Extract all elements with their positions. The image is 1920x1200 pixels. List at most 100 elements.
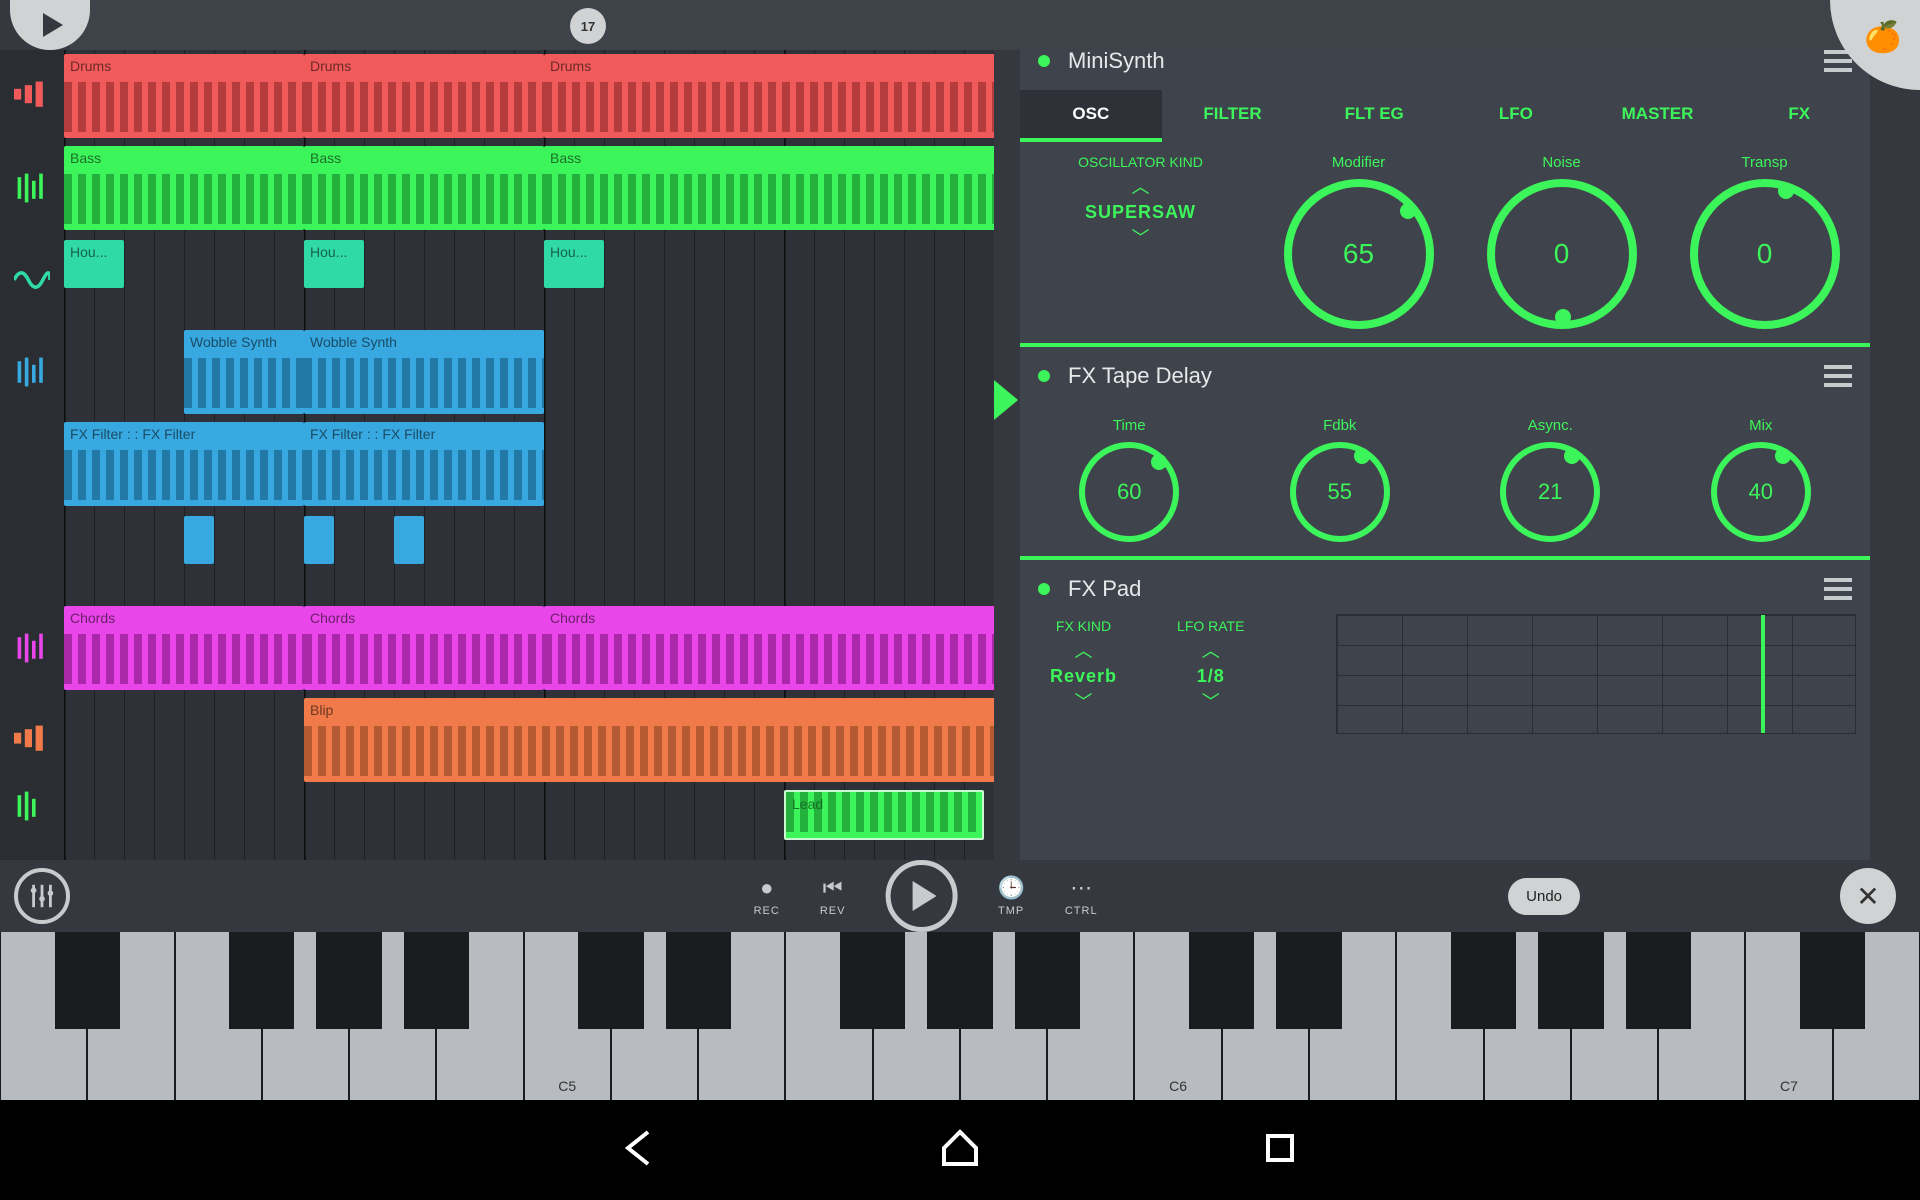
black-key[interactable]: [927, 932, 992, 1029]
chevron-up-icon[interactable]: ︿: [1202, 642, 1220, 660]
clip-hit[interactable]: [184, 516, 214, 564]
clip-drums[interactable]: Drums: [304, 54, 544, 138]
clip-blip[interactable]: Blip: [304, 698, 994, 782]
black-key[interactable]: [1626, 932, 1691, 1029]
back-button[interactable]: [620, 1128, 660, 1173]
tempo-button[interactable]: 🕒TMP: [997, 875, 1024, 917]
track-icon-bass[interactable]: [0, 142, 64, 234]
fx-kind-selector[interactable]: ︿ Reverb ﹀: [1050, 642, 1117, 711]
timeline-ruler[interactable]: 17: [70, 0, 1920, 50]
black-key[interactable]: [840, 932, 905, 1029]
record-button[interactable]: ●REC: [754, 875, 780, 917]
fruit-icon: 🍊: [1864, 20, 1901, 55]
power-indicator-icon[interactable]: [1038, 370, 1050, 382]
module-title: FX Tape Delay: [1068, 363, 1806, 389]
module-title: FX Pad: [1068, 576, 1806, 602]
track-icon-hou[interactable]: [0, 234, 64, 326]
lfo-rate-selector[interactable]: ︿ 1/8 ﹀: [1197, 642, 1225, 711]
chevron-up-icon[interactable]: ︿: [1132, 178, 1150, 196]
clip-chords[interactable]: Chords: [64, 606, 304, 690]
transport-bar: ●REC ⏮REV 🕒TMP ⋯CTRL Undo ✕: [0, 860, 1920, 932]
track-icon-empty-2[interactable]: [0, 510, 64, 602]
clip-fxfilter[interactable]: FX Filter : : FX Filter: [64, 422, 304, 506]
chevron-down-icon[interactable]: ﹀: [1202, 693, 1220, 711]
knob-transp[interactable]: 0: [1690, 179, 1840, 329]
track-icon-drums[interactable]: [0, 50, 64, 142]
clip-chords[interactable]: Chords: [304, 606, 544, 690]
clip-drums[interactable]: Drums: [544, 54, 994, 138]
knob-modifier[interactable]: 65: [1284, 179, 1434, 329]
power-indicator-icon[interactable]: [1038, 55, 1050, 67]
ctrl-button[interactable]: ⋯CTRL: [1065, 875, 1098, 917]
bottom-panel: ●REC ⏮REV 🕒TMP ⋯CTRL Undo ✕ C5C6C7: [0, 860, 1920, 1100]
tab-filter[interactable]: FILTER: [1162, 90, 1304, 142]
clip-bass[interactable]: Bass: [304, 146, 544, 230]
tab-master[interactable]: MASTER: [1587, 90, 1729, 142]
chevron-down-icon[interactable]: ﹀: [1075, 693, 1093, 711]
black-key[interactable]: [404, 932, 469, 1029]
clip-bass[interactable]: Bass: [544, 146, 994, 230]
track-icon-lead[interactable]: [0, 786, 64, 826]
track-icon-wobble[interactable]: [0, 326, 64, 418]
undo-button[interactable]: Undo: [1508, 878, 1580, 915]
black-key[interactable]: [1015, 932, 1080, 1029]
play-button[interactable]: [885, 860, 957, 932]
tab-osc[interactable]: OSC: [1020, 90, 1162, 142]
clip-wobble[interactable]: Wobble Synth: [184, 330, 304, 414]
clip-hou[interactable]: Hou...: [304, 240, 364, 288]
black-key[interactable]: [1189, 932, 1254, 1029]
module-minisynth: MiniSynth OSC FILTER FLT EG LFO MASTER F…: [1020, 28, 1870, 343]
tab-fx[interactable]: FX: [1728, 90, 1870, 142]
track-icon-chords[interactable]: [0, 602, 64, 694]
hamburger-icon[interactable]: [1824, 365, 1852, 387]
piano-keyboard[interactable]: C5C6C7: [0, 932, 1920, 1100]
clip-hit[interactable]: [304, 516, 334, 564]
fx-xy-pad[interactable]: [1336, 614, 1856, 734]
knob-noise[interactable]: 0: [1487, 179, 1637, 329]
rewind-button[interactable]: ⏮REV: [820, 875, 846, 917]
black-key[interactable]: [1276, 932, 1341, 1029]
knob-mix[interactable]: 40: [1711, 442, 1811, 542]
clip-fxfilter[interactable]: FX Filter : : FX Filter: [304, 422, 544, 506]
black-key[interactable]: [1800, 932, 1865, 1029]
clip-lead[interactable]: Lead: [784, 790, 984, 840]
knob-async[interactable]: 21: [1500, 442, 1600, 542]
song-position-marker[interactable]: 17: [570, 8, 606, 44]
close-icon: ✕: [1856, 880, 1879, 913]
clip-hou[interactable]: Hou...: [64, 240, 124, 288]
track-icon-empty-1[interactable]: [0, 418, 64, 510]
module-tapedelay: FX Tape Delay Time 60 Fdbk 55 Async. 21 …: [1020, 343, 1870, 556]
knob-fdbk[interactable]: 55: [1290, 442, 1390, 542]
arrangement-view[interactable]: Drums Drums Drums Bass Bass Bass Hou... …: [64, 50, 994, 860]
mixer-button[interactable]: [14, 868, 70, 924]
black-key[interactable]: [316, 932, 381, 1029]
black-key[interactable]: [666, 932, 731, 1029]
clip-wobble[interactable]: Wobble Synth: [304, 330, 544, 414]
knob-time[interactable]: 60: [1079, 442, 1179, 542]
black-key[interactable]: [1451, 932, 1516, 1029]
close-button[interactable]: ✕: [1840, 868, 1896, 924]
black-key[interactable]: [1538, 932, 1603, 1029]
clip-chords[interactable]: Chords: [544, 606, 994, 690]
clip-hou[interactable]: Hou...: [544, 240, 604, 288]
chevron-down-icon[interactable]: ﹀: [1132, 229, 1150, 247]
osc-kind-label: OSCILLATOR KIND: [1078, 154, 1203, 170]
clip-bass[interactable]: Bass: [64, 146, 304, 230]
tab-flteg[interactable]: FLT EG: [1303, 90, 1445, 142]
module-title: MiniSynth: [1068, 48, 1806, 74]
chevron-up-icon[interactable]: ︿: [1075, 642, 1093, 660]
module-fxpad: FX Pad FX KIND ︿ Reverb ﹀ LFO RATE ︿: [1020, 556, 1870, 860]
recents-button[interactable]: [1260, 1128, 1300, 1173]
power-indicator-icon[interactable]: [1038, 583, 1050, 595]
tab-lfo[interactable]: LFO: [1445, 90, 1587, 142]
black-key[interactable]: [229, 932, 294, 1029]
clip-hit[interactable]: [394, 516, 424, 564]
osc-kind-selector[interactable]: ︿ SUPERSAW ﹀: [1085, 178, 1196, 247]
clip-drums[interactable]: Drums: [64, 54, 304, 138]
hamburger-icon[interactable]: [1824, 578, 1852, 600]
panel-expand-arrow-icon[interactable]: [994, 380, 1018, 420]
track-icon-blip[interactable]: [0, 694, 64, 786]
black-key[interactable]: [578, 932, 643, 1029]
black-key[interactable]: [55, 932, 120, 1029]
home-button[interactable]: [940, 1128, 980, 1173]
